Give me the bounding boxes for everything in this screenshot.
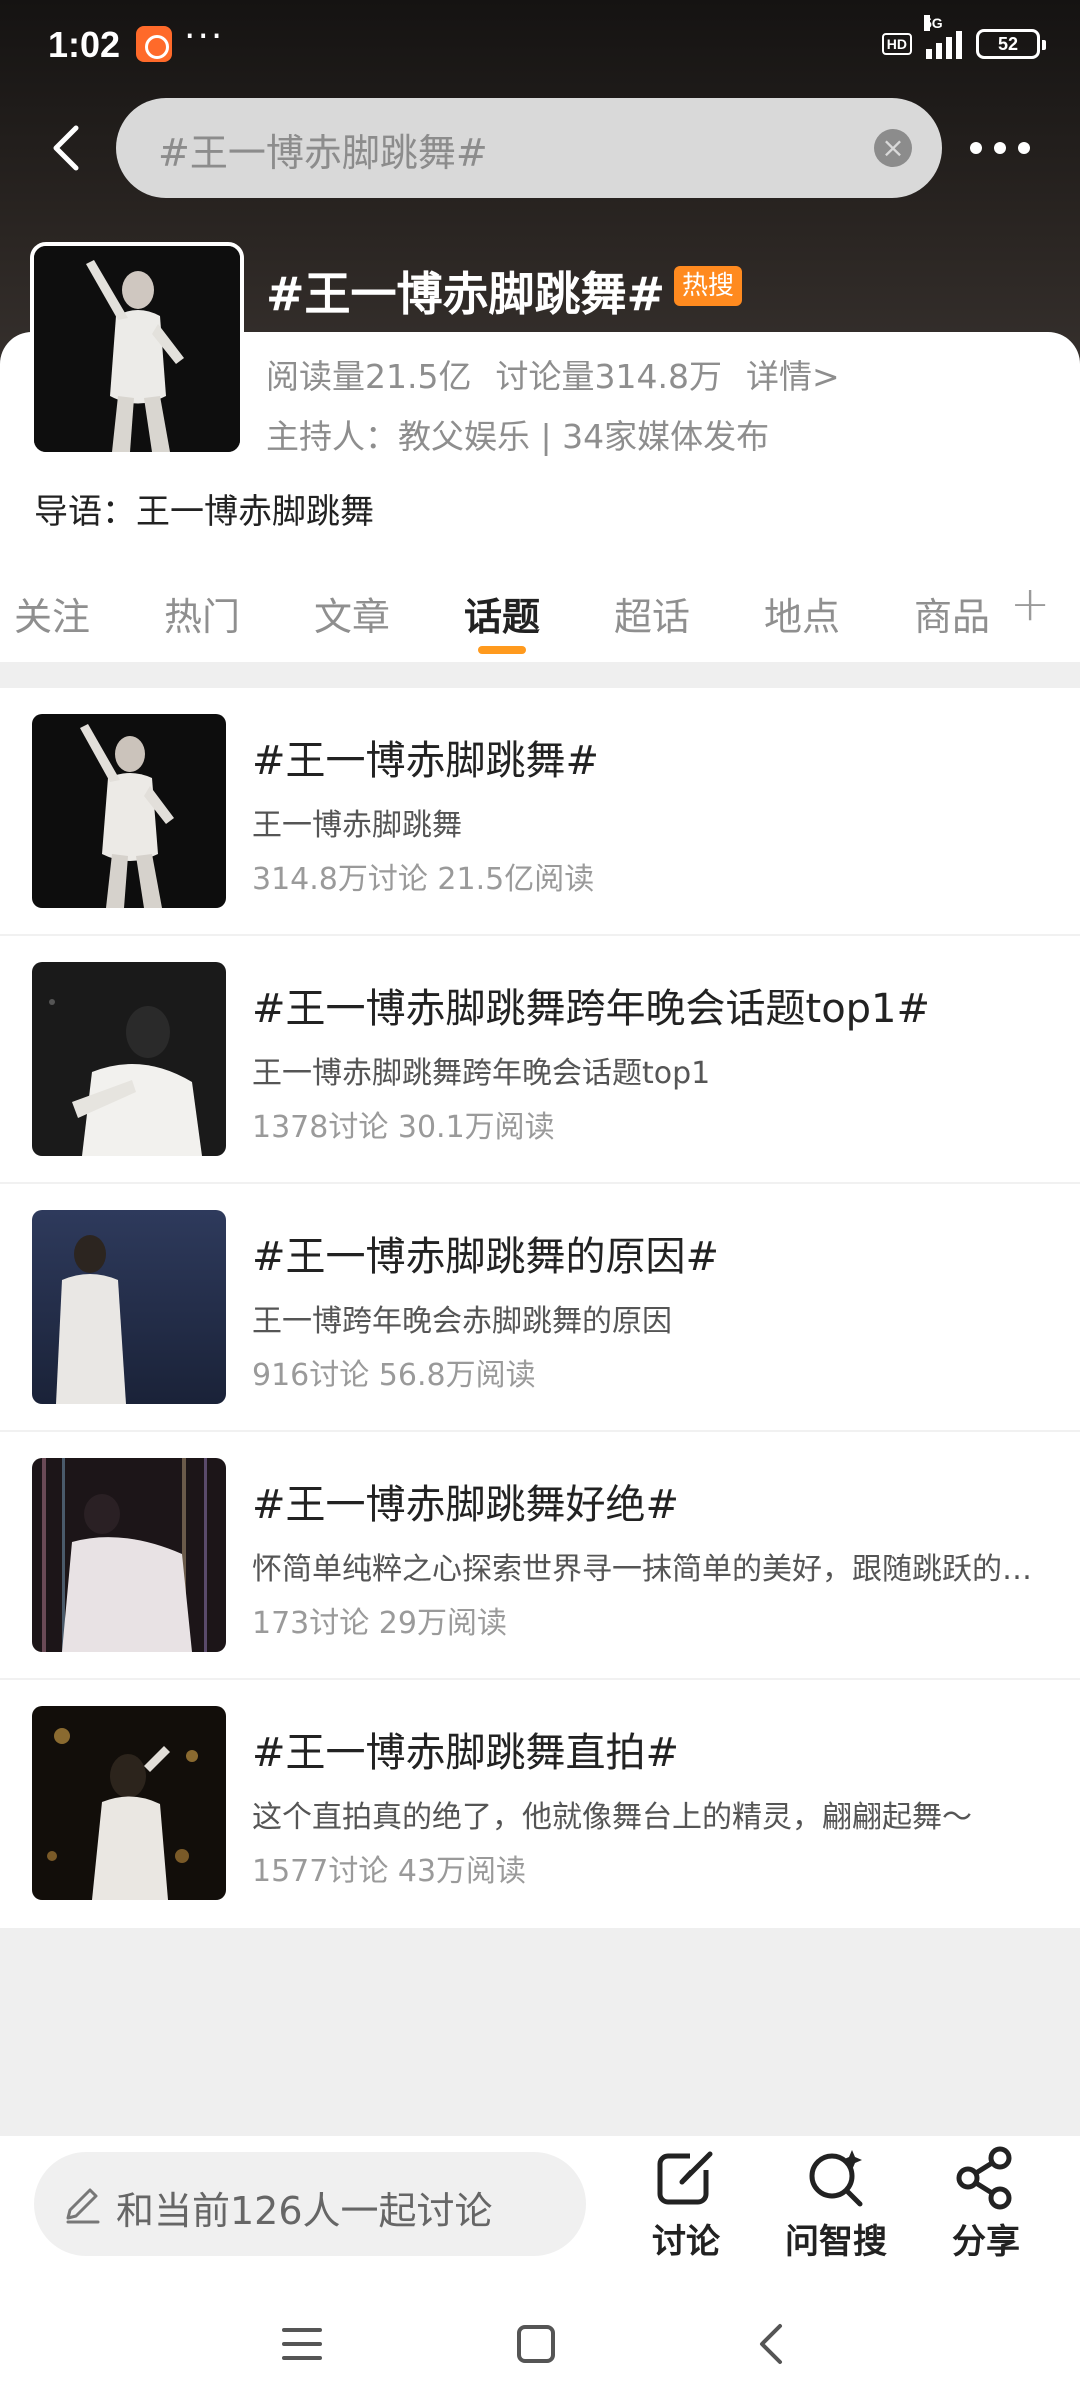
topic-thumbnail (32, 1458, 226, 1652)
discussion-input[interactable]: 和当前126人一起讨论 (34, 2152, 586, 2256)
topic-thumbnail (32, 962, 226, 1156)
tab-follow[interactable]: 关注 (14, 586, 90, 641)
tab-places[interactable]: 地点 (764, 586, 840, 641)
menu-icon[interactable] (272, 2314, 332, 2374)
topic-title: #王一博赤脚跳舞跨年晚会话题top1# (252, 986, 931, 1032)
discussion-placeholder: 和当前126人一起讨论 (116, 2189, 493, 2233)
more-notifications-icon: ··· (184, 16, 225, 57)
topic-stats: 1378讨论 30.1万阅读 (252, 1110, 555, 1145)
topic-title: #王一博赤脚跳舞直拍# (252, 1730, 680, 1776)
topic-description: 王一博赤脚跳舞跨年晚会话题top1 (252, 1056, 711, 1091)
list-item[interactable]: #王一博赤脚跳舞直拍# 这个直拍真的绝了，他就像舞台上的精灵，翩翩起舞～ 157… (0, 1680, 1080, 1928)
pencil-icon (66, 2188, 100, 2224)
topic-stats: 173讨论 29万阅读 (252, 1606, 507, 1641)
topic-thumbnail (32, 714, 226, 908)
topic-description: 王一博赤脚跳舞 (252, 808, 462, 843)
topic-description: 王一博跨年晚会赤脚跳舞的原因 (252, 1304, 672, 1339)
tab-super-topics[interactable]: 超话 (614, 586, 690, 641)
topic-description: 怀简单纯粹之心探索世界寻一抹简单的美好，跟随跳跃的节奏 (252, 1552, 1052, 1587)
top-nav: #王一博赤脚跳舞# × (0, 98, 1080, 198)
topic-title: #王一博赤脚跳舞# (266, 267, 666, 321)
add-tab-icon[interactable]: + (1010, 576, 1050, 632)
topic-description: 这个直拍真的绝了，他就像舞台上的精灵，翩翩起舞～ (252, 1800, 972, 1835)
tab-hot[interactable]: 热门 (164, 586, 240, 641)
list-item[interactable]: #王一博赤脚跳舞的原因# 王一博跨年晚会赤脚跳舞的原因 916讨论 56.8万阅… (0, 1184, 1080, 1432)
search-input[interactable]: #王一博赤脚跳舞# × (116, 98, 942, 198)
compose-icon (657, 2150, 714, 2205)
topic-stats: 916讨论 56.8万阅读 (252, 1358, 536, 1393)
tab-bar: 关注 热门 文章 话题 超话 地点 商品 + (0, 560, 1080, 662)
home-icon[interactable] (506, 2314, 566, 2374)
search-query: #王一博赤脚跳舞# (158, 131, 488, 175)
topic-title: #王一博赤脚跳舞的原因# (252, 1234, 720, 1280)
ai-search-icon (809, 2150, 863, 2207)
topic-stats: 314.8万讨论 21.5亿阅读 (252, 862, 595, 897)
details-link[interactable]: 详情> (746, 357, 840, 396)
back-icon[interactable] (40, 120, 96, 176)
topic-title: #王一博赤脚跳舞# (252, 738, 600, 784)
more-icon[interactable] (970, 128, 1030, 168)
status-time: 1:02 (48, 24, 121, 65)
status-bar: 1:02 ··· HD 5G 52 (0, 0, 1080, 90)
hot-badge: 热搜 (674, 266, 743, 306)
discuss-label: 讨论 (652, 2222, 720, 2262)
hd-icon: HD (881, 33, 912, 55)
discuss-button[interactable]: 讨论 (626, 2146, 746, 2276)
tab-topics[interactable]: 话题 (464, 586, 540, 641)
topic-host[interactable]: 主持人：教父娱乐 | 34家媒体发布 (266, 410, 769, 458)
ask-label: 问智搜 (785, 2222, 887, 2262)
read-count: 阅读量21.5亿 (266, 357, 472, 396)
list-item[interactable]: #王一博赤脚跳舞跨年晚会话题top1# 王一博赤脚跳舞跨年晚会话题top1 13… (0, 936, 1080, 1184)
tab-articles[interactable]: 文章 (314, 586, 390, 641)
system-nav-bar (0, 2286, 1080, 2400)
topic-cover-image[interactable] (30, 242, 244, 456)
nav-back-icon[interactable] (742, 2314, 802, 2374)
bottom-action-bar: 和当前126人一起讨论 讨论 问智搜 分享 (0, 2136, 1080, 2286)
topic-stats: 1577讨论 43万阅读 (252, 1854, 527, 1889)
list-item[interactable]: #王一博赤脚跳舞# 王一博赤脚跳舞 314.8万讨论 21.5亿阅读 (0, 688, 1080, 936)
share-label: 分享 (952, 2222, 1020, 2262)
topic-guide: 导语：王一博赤脚跳舞 (34, 492, 374, 532)
topic-thumbnail (32, 1706, 226, 1900)
ask-ai-button[interactable]: 问智搜 (776, 2146, 896, 2276)
active-tab-indicator (478, 646, 526, 654)
tab-products[interactable]: 商品 (914, 586, 990, 641)
list-item[interactable]: #王一博赤脚跳舞好绝# 怀简单纯粹之心探索世界寻一抹简单的美好，跟随跳跃的节奏 … (0, 1432, 1080, 1680)
app-notification-icon (136, 26, 172, 62)
topic-stats: 阅读量21.5亿 讨论量314.8万 详情> (266, 350, 864, 398)
network-type: 5G (924, 15, 943, 31)
clear-icon[interactable]: × (874, 129, 912, 167)
topic-title: #王一博赤脚跳舞好绝# (252, 1482, 680, 1528)
signal-icon: 5G (924, 15, 962, 59)
share-button[interactable]: 分享 (926, 2146, 1046, 2276)
topic-results-list: #王一博赤脚跳舞# 王一博赤脚跳舞 314.8万讨论 21.5亿阅读 #王一博赤… (0, 688, 1080, 1928)
topic-thumbnail (32, 1210, 226, 1404)
share-icon (956, 2146, 1012, 2210)
discussion-count: 讨论量314.8万 (495, 357, 722, 396)
battery-icon: 52 (976, 29, 1046, 59)
